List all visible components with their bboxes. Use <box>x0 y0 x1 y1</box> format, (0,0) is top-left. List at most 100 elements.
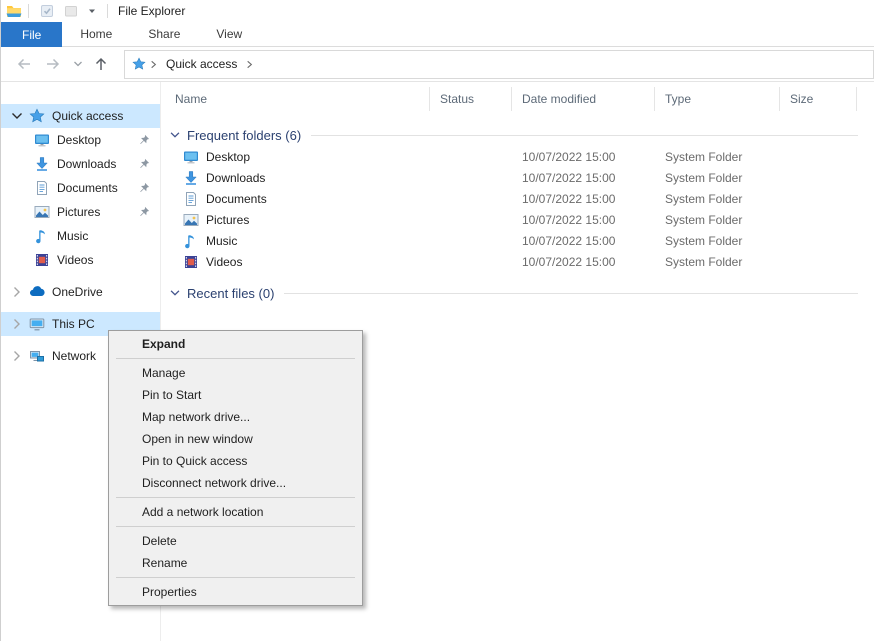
file-name-cell: Documents <box>161 191 430 207</box>
tree-chevron-collapsed-icon[interactable] <box>9 316 25 332</box>
file-row-downloads[interactable]: Downloads 10/07/2022 15:00System Folder <box>161 167 874 188</box>
qat-new-folder-button[interactable] <box>63 3 79 19</box>
menu-item-pin-to-start[interactable]: Pin to Start <box>109 384 362 406</box>
network-icon <box>29 348 45 364</box>
chevron-right-crumb-icon[interactable] <box>148 59 159 70</box>
menu-item-map-network-drive[interactable]: Map network drive... <box>109 406 362 428</box>
file-row-videos[interactable]: Videos10/07/2022 15:00System Folder <box>161 251 874 272</box>
file-name-cell: Pictures <box>161 212 430 228</box>
file-type-cell: System Folder <box>655 234 780 248</box>
sidebar-item-pictures[interactable]: Pictures <box>1 200 160 224</box>
group-header[interactable]: Frequent folders (6) <box>161 124 874 146</box>
file-type-cell: System Folder <box>655 171 780 185</box>
tab-file[interactable]: File <box>1 22 62 47</box>
file-date-cell: 10/07/2022 15:00 <box>512 255 655 269</box>
group-chevron-icon[interactable] <box>168 128 182 142</box>
qat-chevron-down-icon <box>86 5 98 17</box>
documents-icon <box>183 191 199 207</box>
file-type-cell: System Folder <box>655 150 780 164</box>
forward-button[interactable] <box>42 53 64 75</box>
sidebar-item-label: Downloads <box>57 157 116 171</box>
menu-item-manage[interactable]: Manage <box>109 362 362 384</box>
menu-item-delete[interactable]: Delete <box>109 530 362 552</box>
chevron-right-crumb-icon[interactable] <box>244 59 255 70</box>
sidebar-item-onedrive[interactable]: OneDrive <box>1 280 160 304</box>
sidebar-item-downloads[interactable]: Downloads <box>1 152 160 176</box>
downloads-icon <box>34 156 50 172</box>
group-recent-files-0: Recent files (0) <box>161 282 874 304</box>
file-name-cell: Desktop <box>161 149 430 165</box>
desktop-icon <box>34 132 50 148</box>
qat-customize-dropdown[interactable] <box>86 5 98 17</box>
sidebar-item-quick-access[interactable]: Quick access <box>1 104 160 128</box>
group-frequent-folders-6: Frequent folders (6) Desktop 10/07/2022 15… <box>161 124 874 272</box>
sidebar-item-label: OneDrive <box>52 285 103 299</box>
file-explorer-window: File Explorer FileHomeShareView Quick ac… <box>0 0 874 641</box>
file-type-cell: System Folder <box>655 213 780 227</box>
desktop-icon <box>183 149 199 165</box>
menu-item-properties[interactable]: Properties <box>109 581 362 603</box>
up-button[interactable] <box>90 53 112 75</box>
file-name-cell: Downloads <box>161 170 430 186</box>
menu-item-add-a-network-location[interactable]: Add a network location <box>109 501 362 523</box>
menu-item-open-in-new-window[interactable]: Open in new window <box>109 428 362 450</box>
file-row-documents[interactable]: Documents10/07/2022 15:00System Folder <box>161 188 874 209</box>
music-icon <box>34 228 50 244</box>
column-header-name[interactable]: Name <box>161 87 430 111</box>
column-headers: NameStatusDate modifiedTypeSize <box>161 82 874 112</box>
sidebar-item-videos[interactable]: Videos <box>1 248 160 272</box>
column-header-date-modified[interactable]: Date modified <box>512 87 655 111</box>
chevron-down-small-icon <box>72 58 84 70</box>
file-date-cell: 10/07/2022 15:00 <box>512 171 655 185</box>
tab-view[interactable]: View <box>198 22 260 46</box>
sidebar-item-label: Network <box>52 349 96 363</box>
address-bar[interactable]: Quick access <box>124 50 874 79</box>
sidebar-item-label: Music <box>57 229 88 243</box>
menu-item-disconnect-network-drive[interactable]: Disconnect network drive... <box>109 472 362 494</box>
tree-chevron-collapsed-icon[interactable] <box>9 348 25 364</box>
tree-chevron-expanded-icon[interactable] <box>9 108 25 124</box>
menu-item-expand[interactable]: Expand <box>109 333 362 355</box>
file-row-pictures[interactable]: Pictures10/07/2022 15:00System Folder <box>161 209 874 230</box>
column-header-type[interactable]: Type <box>655 87 780 111</box>
recent-locations-dropdown[interactable] <box>71 53 85 75</box>
properties-check-icon <box>39 3 55 19</box>
qat-separator <box>107 4 108 18</box>
sidebar-item-music[interactable]: Music <box>1 224 160 248</box>
file-name: Documents <box>206 192 267 206</box>
file-row-desktop[interactable]: Desktop 10/07/2022 15:00System Folder <box>161 146 874 167</box>
sidebar-item-label: Videos <box>57 253 93 267</box>
sidebar-item-desktop[interactable]: Desktop <box>1 128 160 152</box>
videos-icon <box>34 252 50 268</box>
navigation-bar: Quick access <box>1 47 874 82</box>
quick-access-star-icon <box>29 108 45 124</box>
column-header-status[interactable]: Status <box>430 87 512 111</box>
tab-home[interactable]: Home <box>62 22 130 46</box>
tab-share[interactable]: Share <box>130 22 198 46</box>
menu-separator <box>116 497 355 498</box>
file-name: Music <box>206 234 237 248</box>
new-folder-icon <box>63 3 79 19</box>
column-header-size[interactable]: Size <box>780 87 857 111</box>
pin-icon <box>137 181 151 195</box>
group-header[interactable]: Recent files (0) <box>161 282 874 304</box>
menu-item-rename[interactable]: Rename <box>109 552 362 574</box>
group-header-line <box>311 135 858 136</box>
file-date-cell: 10/07/2022 15:00 <box>512 150 655 164</box>
music-icon <box>183 233 199 249</box>
file-name-cell: Music <box>161 233 430 249</box>
documents-icon <box>34 180 50 196</box>
titlebar: File Explorer <box>1 0 874 22</box>
sidebar-item-documents[interactable]: Documents <box>1 176 160 200</box>
back-button[interactable] <box>13 53 35 75</box>
file-name-cell: Videos <box>161 254 430 270</box>
file-row-music[interactable]: Music10/07/2022 15:00System Folder <box>161 230 874 251</box>
menu-item-pin-to-quick-access[interactable]: Pin to Quick access <box>109 450 362 472</box>
pictures-icon <box>34 204 50 220</box>
group-header-line <box>284 293 858 294</box>
sidebar-item-label: This PC <box>52 317 95 331</box>
group-chevron-icon[interactable] <box>168 286 182 300</box>
qat-properties-button[interactable] <box>39 3 55 19</box>
breadcrumb-item[interactable]: Quick access <box>161 57 242 71</box>
tree-chevron-collapsed-icon[interactable] <box>9 284 25 300</box>
